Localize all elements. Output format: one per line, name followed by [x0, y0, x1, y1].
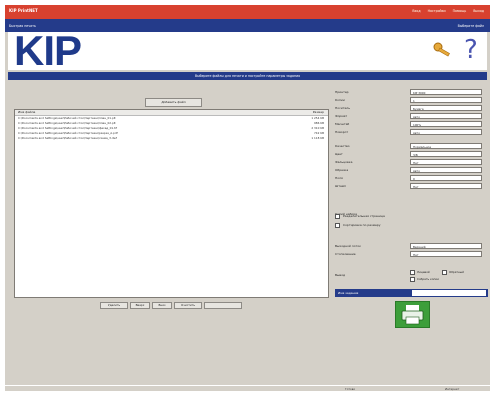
- top-bar: KIP PrintNET Вход Настройки Помощь Выход: [5, 5, 490, 19]
- top-links: Вход Настройки Помощь Выход: [406, 9, 484, 13]
- job-name-input[interactable]: [412, 290, 486, 296]
- option-label: Качество: [335, 144, 350, 148]
- zone-text: Интернет: [445, 387, 460, 391]
- instruction-band: Выберите файлы для печати и настройте па…: [8, 72, 487, 80]
- move-up-button[interactable]: Вверх: [130, 302, 150, 309]
- option-label: Принтер: [335, 90, 349, 94]
- logo-area: KIP ?: [8, 27, 487, 74]
- file-size: 2 310 KB: [311, 126, 324, 130]
- trim-select[interactable]: Авто: [410, 167, 482, 173]
- output-label: Вывод: [335, 273, 346, 277]
- file-path: C:\Documents and Settings\user\Рабочий с…: [18, 121, 116, 125]
- printer-icon: [401, 305, 424, 325]
- file-size: 1 118 KB: [311, 136, 324, 140]
- options-panel: Принтер KIP 3000 Копии 1 Носитель Бумага Фо…: [331, 83, 488, 331]
- stacking-select[interactable]: Нет: [410, 251, 482, 257]
- job-name-label: Имя задания: [338, 291, 359, 295]
- option-label: Масштаб: [335, 122, 350, 126]
- file-list[interactable]: Имя файла Размер C:\Documents and Settin…: [14, 109, 329, 298]
- status-bar: Готово Интернет: [5, 385, 490, 391]
- clear-button[interactable]: Очистить: [174, 302, 202, 309]
- fold-select[interactable]: Нет: [410, 159, 482, 165]
- checkbox-separator[interactable]: [335, 214, 340, 219]
- checkbox-collate-label: Собрать копии: [417, 277, 439, 281]
- file-path: C:\Documents and Settings\user\Рабочий с…: [18, 116, 116, 120]
- output-tray-select[interactable]: Верхний: [410, 243, 482, 249]
- top-link-settings[interactable]: Настройки: [428, 9, 446, 13]
- option-label: Поворот: [335, 130, 349, 134]
- option-label: Стопкование: [335, 252, 356, 256]
- checkbox-collate[interactable]: [410, 277, 415, 282]
- file-path: C:\Documents and Settings\user\Рабочий с…: [18, 126, 117, 130]
- option-label: Выходной лоток: [335, 244, 361, 248]
- job-name-row: Имя задания: [335, 289, 488, 297]
- table-row[interactable]: C:\Documents and Settings\user\Рабочий с…: [15, 136, 328, 141]
- status-text: Готово: [345, 387, 356, 391]
- file-path: C:\Documents and Settings\user\Рабочий с…: [18, 131, 118, 135]
- option-label: Носитель: [335, 106, 350, 110]
- option-label: Копии: [335, 98, 345, 102]
- margins-input[interactable]: 0: [410, 175, 482, 181]
- header-size: Размер: [312, 110, 324, 114]
- copies-input[interactable]: 1: [410, 97, 482, 103]
- instruction-text: Выберите файлы для печати и настройте па…: [194, 74, 301, 78]
- option-label: Штамп: [335, 184, 347, 188]
- checkbox-sort[interactable]: [335, 223, 340, 228]
- browser-frame: KIP PrintNET Вход Настройки Помощь Выход…: [5, 5, 490, 391]
- quality-select[interactable]: Нормальное: [410, 143, 482, 149]
- delete-button[interactable]: Удалить: [100, 302, 128, 309]
- top-link-help[interactable]: Помощь: [453, 9, 467, 13]
- color-select[interactable]: Ч/Б: [410, 151, 482, 157]
- checkbox-face-up-label: Лицевой: [417, 270, 430, 274]
- help-icon[interactable]: ?: [464, 35, 478, 65]
- print-button[interactable]: [395, 301, 430, 328]
- checkbox-face-up[interactable]: [410, 270, 415, 275]
- add-file-button[interactable]: Добавить файл: [145, 98, 202, 107]
- top-link-login[interactable]: Вход: [412, 9, 420, 13]
- checkbox-face-down-label: Обратный: [449, 270, 464, 274]
- option-label: Цвет: [335, 152, 343, 156]
- checkbox-face-down[interactable]: [442, 270, 447, 275]
- file-panel: Добавить файл Имя файла Размер C:\Docume…: [12, 83, 329, 317]
- file-size: 1 254 KB: [311, 116, 324, 120]
- option-label: Формат: [335, 114, 348, 118]
- move-down-button[interactable]: Вниз: [152, 302, 172, 309]
- scale-input[interactable]: 100%: [410, 121, 482, 127]
- pager-spacer: [204, 302, 242, 309]
- file-size: 742 KB: [314, 131, 324, 135]
- key-icon[interactable]: [433, 42, 453, 59]
- printer-select[interactable]: KIP 3000: [410, 89, 482, 95]
- checkbox-sort-label: Сортировка по размеру: [343, 223, 381, 227]
- app-title: KIP PrintNET: [9, 8, 38, 13]
- top-link-logout[interactable]: Выход: [473, 9, 484, 13]
- sub-bar-right: Выберите файл: [457, 24, 484, 28]
- file-path: C:\Documents and Settings\user\Рабочий с…: [18, 136, 117, 140]
- option-label: Фальцовка: [335, 160, 353, 164]
- header-name: Имя файла: [18, 110, 36, 114]
- option-label: Поля: [335, 176, 343, 180]
- media-select[interactable]: Бумага: [410, 105, 482, 111]
- format-select[interactable]: Авто: [410, 113, 482, 119]
- option-label: Обрезка: [335, 168, 349, 172]
- file-size: 986 KB: [314, 121, 324, 125]
- stamp-select[interactable]: Нет: [410, 183, 482, 189]
- kip-logo: KIP: [14, 27, 82, 74]
- rotation-select[interactable]: Авто: [410, 129, 482, 135]
- checkbox-separator-label: Разделительная страница: [343, 214, 385, 218]
